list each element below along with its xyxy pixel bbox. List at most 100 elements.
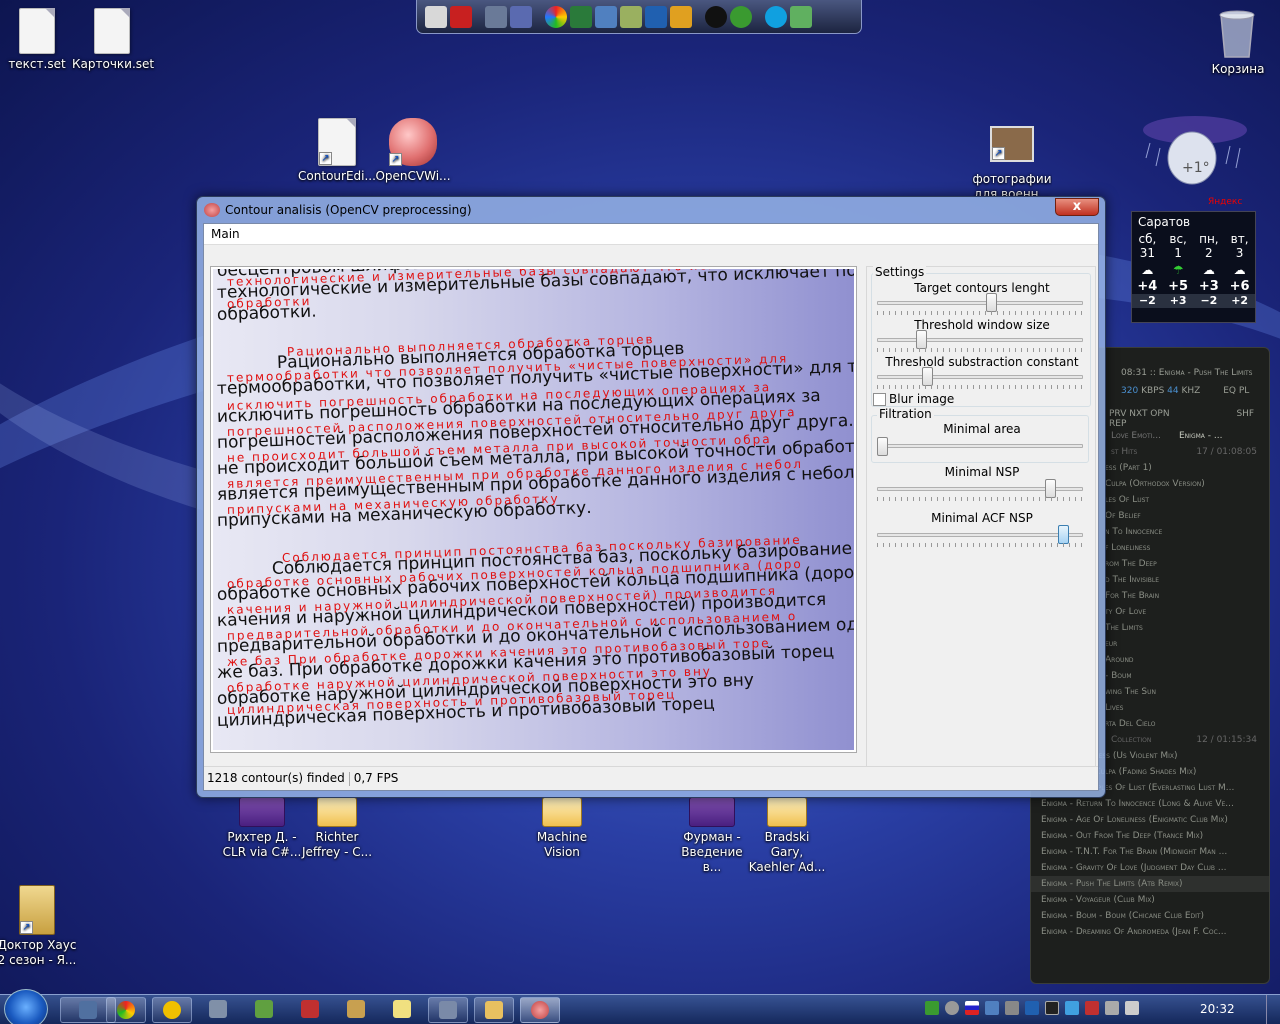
taskbar-button[interactable] [152, 997, 192, 1023]
taskbar: 20:32 [0, 989, 1280, 1024]
taskbar-button[interactable] [244, 997, 284, 1023]
desktop-icon-machine-vision[interactable]: Machine Vision [522, 797, 602, 860]
tray-icon[interactable] [945, 1001, 959, 1015]
playlist-track[interactable]: Enigma - Voyageur (Club Mix) [1031, 892, 1269, 908]
target-contours-track [877, 301, 1083, 305]
desktop-icon-cards-set[interactable]: Карточки.set [72, 8, 154, 72]
slider-ticks [877, 497, 1083, 501]
start-button[interactable] [4, 989, 48, 1024]
playlist-track[interactable]: Enigma - Out From The Deep (Trance Mix) [1031, 828, 1269, 844]
menu-main[interactable]: Main [211, 227, 240, 241]
dock-app-icon[interactable] [730, 5, 752, 28]
desktop-icon-text-set[interactable]: текст.set [0, 8, 77, 72]
playlist-track[interactable]: Enigma - Dreaming Of Andromeda (Jean F. … [1031, 924, 1269, 940]
dock-app-icon[interactable] [425, 5, 447, 28]
slider-ticks [877, 348, 1083, 352]
recycle-bin-icon[interactable] [1215, 5, 1259, 59]
tray-icon[interactable] [1005, 1001, 1019, 1015]
network-icon[interactable] [1085, 1001, 1099, 1015]
taskbar-clock[interactable]: 20:32 [1200, 1002, 1235, 1016]
desktop-icon-bradski[interactable]: Bradski Gary, Kaehler Ad... [747, 797, 827, 875]
threshold-const-slider[interactable] [921, 367, 933, 386]
dock-app-icon[interactable] [705, 5, 727, 28]
photos-label: фотографии для военн... [972, 172, 1052, 196]
slider-ticks [877, 385, 1083, 389]
desktop-icon-furman[interactable]: Фурман - Введение в... [672, 797, 752, 875]
dock-app-icon[interactable] [645, 5, 667, 28]
playlist-track[interactable]: Enigma - Return To Innocence (Long & Ali… [1031, 796, 1269, 812]
threshold-window-track [877, 338, 1083, 342]
taskbar-button[interactable] [290, 997, 330, 1023]
weather-city: Саратов [1138, 215, 1191, 229]
min-area-track [877, 444, 1083, 448]
min-nsp-label: Minimal NSP [944, 465, 1020, 479]
taskbar-button[interactable] [198, 997, 238, 1023]
tray-icon[interactable] [1045, 1001, 1059, 1015]
close-button[interactable]: x [1055, 198, 1099, 216]
editor-icon: ↗ [318, 118, 356, 166]
show-desktop-button[interactable] [1266, 995, 1280, 1024]
eq-button[interactable]: EQ [1223, 386, 1236, 396]
dock-app-icon[interactable] [765, 5, 787, 28]
tray-icon[interactable] [1025, 1001, 1039, 1015]
settings-group-title: Settings [873, 265, 927, 279]
day-of-week: пн, [1199, 232, 1219, 246]
dock-app-icon[interactable] [485, 5, 507, 28]
playlist-track[interactable]: Enigma - Boum - Boum (Chicane Club Edit) [1031, 908, 1269, 924]
day-date: 3 [1235, 246, 1244, 260]
desktop-icon-richter-clr[interactable]: Рихтер Д. - CLR via C#... [222, 797, 302, 860]
dock-app-icon[interactable] [595, 5, 617, 28]
day-date: 1 [1174, 246, 1182, 260]
taskbar-button[interactable] [382, 997, 422, 1023]
taskbar-contour-analysis[interactable] [520, 997, 560, 1023]
min-acf-slider[interactable] [1058, 525, 1070, 544]
target-contours-slider[interactable] [986, 293, 998, 312]
dock-app-icon[interactable] [620, 5, 642, 28]
min-area-slider[interactable] [877, 437, 888, 456]
language-icon[interactable] [965, 1001, 979, 1015]
taskbar-button[interactable] [428, 997, 468, 1023]
playlist-track[interactable]: Enigma - Push The Limits (Atb Remix) [1031, 876, 1269, 892]
dock-app-icon[interactable] [670, 5, 692, 28]
khz-label: KHZ [1181, 386, 1201, 396]
volume-icon[interactable] [1125, 1001, 1139, 1015]
playlist-track[interactable]: Enigma - T.N.T. For The Brain (Midnight … [1031, 844, 1269, 860]
window-client: Main бесцентровом шлифовании, шлифовании… [203, 223, 1099, 791]
taskbar-explorer[interactable] [474, 997, 514, 1023]
image-viewport[interactable]: бесцентровом шлифовании, шлифовании и пр… [210, 266, 857, 753]
dock-app-icon[interactable] [450, 5, 472, 28]
brain-icon: ↗ [389, 118, 437, 166]
dock-app-icon[interactable] [570, 5, 592, 28]
window-titlebar[interactable]: Contour analisis (OpenCV preprocessing) … [197, 197, 1105, 223]
contour-labels: обработки [226, 294, 312, 311]
dropbox-icon[interactable] [1065, 1001, 1079, 1015]
playlist-tab[interactable]: Enigma - ... [1179, 431, 1222, 441]
desktop-icon-opencv[interactable]: ↗ OpenCVWi... [373, 118, 453, 184]
nvidia-icon[interactable] [925, 1001, 939, 1015]
desktop-icon-photos[interactable]: ↗ [972, 126, 1052, 176]
dock-app-icon[interactable] [510, 5, 532, 28]
taskbar-chrome[interactable] [106, 997, 146, 1023]
playlist-track[interactable]: Enigma - Gravity Of Love (Judgment Day C… [1031, 860, 1269, 876]
temp-low: −2 [1200, 294, 1218, 307]
pl-button[interactable]: PL [1239, 386, 1249, 396]
dock-app-icon[interactable] [545, 5, 567, 28]
threshold-window-slider[interactable] [916, 330, 927, 349]
player-controls[interactable]: PRV NXT OPN [1109, 409, 1170, 419]
temp-high: +3 [1198, 279, 1219, 294]
signal-icon[interactable] [1105, 1001, 1119, 1015]
dock-app-icon[interactable] [790, 5, 812, 28]
tray-icon[interactable] [985, 1001, 999, 1015]
filtration-group-title: Filtration [877, 407, 934, 421]
taskbar-button[interactable] [336, 997, 376, 1023]
desktop-icon-richter-jeffrey[interactable]: Richter Jeffrey - C... [297, 797, 377, 860]
desktop-icon-contour-editor[interactable]: ↗ ContourEdi... [297, 118, 377, 184]
day-of-week: вт, [1230, 232, 1249, 246]
playlist-track[interactable]: Enigma - Age Of Loneliness (Enigmatic Cl… [1031, 812, 1269, 828]
min-nsp-slider[interactable] [1044, 479, 1056, 498]
book-icon [317, 797, 357, 827]
blur-checkbox[interactable] [873, 393, 886, 406]
weather-gadget[interactable]: Саратов сб, 31 вс, 1 пн, 2 вт, 3 ☁ ☂ ☁ ☁ +4 … [1131, 211, 1256, 323]
recycle-bin-label: Корзина [1211, 62, 1265, 76]
desktop-icon-house-season2[interactable]: ↗ Доктор Хаус 2 сезон - Я... [0, 885, 77, 968]
